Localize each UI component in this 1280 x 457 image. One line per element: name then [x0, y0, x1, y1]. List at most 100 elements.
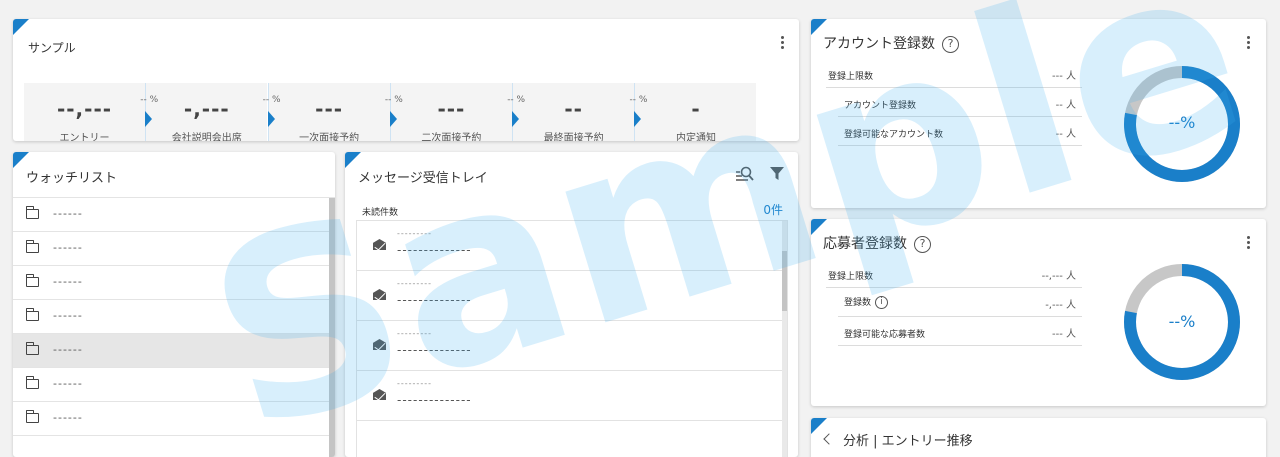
kebab-menu-icon[interactable] [1247, 236, 1251, 251]
funnel-step-label: 内定通知 [675, 133, 716, 141]
watchlist-item-label: ------ [53, 275, 83, 288]
funnel-step[interactable]: --,--- エントリー [24, 83, 145, 141]
message-item[interactable]: --------- -------------- [357, 271, 785, 321]
funnel-step-label: 一次面接予約 [299, 133, 360, 141]
applicant-registered-row: 登録数 i -,--- 人 [838, 288, 1082, 317]
funnel-step[interactable]: -- % -- 最終面接予約 [507, 83, 635, 141]
back-chevron-icon[interactable] [823, 433, 835, 445]
message-item[interactable]: --------- -------------- [357, 371, 785, 421]
message-subject: -------------- [397, 393, 472, 407]
row-label: アカウント登録数 [844, 101, 917, 111]
watchlist-item[interactable]: ------ [13, 368, 329, 402]
watchlist-item-label: ------ [53, 377, 83, 390]
applicant-registration-card: 応募者登録数? 登録上限数 --,--- 人 登録数 i -,--- 人 登録可能… [811, 219, 1266, 406]
watchlist-item-label: ------ [53, 241, 83, 254]
watchlist-item[interactable]: ------ [13, 266, 329, 300]
scrollbar-thumb[interactable] [782, 251, 787, 311]
envelope-icon [373, 239, 386, 250]
applicant-available-row: 登録可能な応募者数 --- 人 [838, 317, 1082, 346]
entry-trend-title: 分析 | エントリー推移 [843, 434, 973, 449]
inbox-title: メッセージ受信トレイ [358, 171, 488, 186]
folder-icon [25, 274, 39, 287]
info-icon[interactable]: i [875, 296, 889, 309]
watchlist-item-label: ------ [53, 207, 83, 220]
funnel-step[interactable]: -- % - 内定通知 [629, 83, 757, 141]
folder-icon [25, 376, 39, 389]
message-sender: --------- [397, 329, 432, 338]
card-corner-marker [811, 418, 827, 434]
unread-label: 未読件数 [362, 208, 399, 218]
filter-icon[interactable] [770, 167, 784, 181]
help-icon[interactable]: ? [914, 235, 931, 253]
watchlist-item[interactable]: ------ [13, 300, 329, 334]
applicant-percent: --% [1168, 312, 1196, 331]
message-sender: --------- [397, 229, 432, 238]
watchlist-item-label: ------ [53, 411, 83, 424]
scrollbar-thumb[interactable] [329, 198, 335, 457]
account-percent: --% [1168, 113, 1196, 132]
kebab-menu-icon[interactable] [781, 36, 785, 51]
search-list-icon[interactable] [735, 165, 755, 183]
row-value: --- 人 [1051, 329, 1076, 340]
watchlist-item-selected[interactable]: ------ [13, 334, 329, 368]
funnel-step[interactable]: -- % -,--- 会社説明会出席 [140, 83, 268, 141]
unread-count: 0件 [763, 203, 783, 217]
message-list: --------- -------------- --------- -----… [356, 220, 788, 457]
watchlist-item[interactable]: ------ [13, 198, 329, 232]
message-subject: -------------- [397, 293, 472, 307]
account-card-title: アカウント登録数? [823, 33, 959, 53]
inbox-card: メッセージ受信トレイ 未読件数 0件 --------- -----------… [345, 152, 798, 457]
funnel-step-value: -,--- [183, 97, 230, 121]
message-item[interactable]: --------- -------------- [357, 221, 785, 271]
inbox-scrollbar[interactable] [782, 221, 787, 457]
account-available-row: 登録可能なアカウント数 -- 人 [838, 117, 1082, 146]
watchlist-scrollbar[interactable] [329, 198, 335, 457]
funnel-step-value: - [691, 97, 701, 121]
funnel-step-value: --- [315, 97, 344, 121]
funnel-step[interactable]: -- % --- 二次面接予約 [385, 83, 512, 141]
message-subject: -------------- [397, 343, 472, 357]
envelope-icon [373, 339, 386, 350]
row-value: --- 人 [1051, 71, 1076, 82]
funnel-step-label: 会社説明会出席 [171, 133, 242, 141]
row-label-text: 登録数 [844, 298, 872, 308]
watchlist-title: ウォッチリスト [26, 171, 118, 186]
folder-icon [25, 308, 39, 321]
watchlist-item[interactable]: ------ [13, 232, 329, 266]
watchlist-item[interactable]: ------ [13, 402, 329, 436]
card-corner-marker [13, 19, 29, 35]
account-card-title-text: アカウント登録数 [823, 36, 935, 52]
sample-card: サンプル --,--- エントリー -- % -,--- 会社説明会出席 -- … [13, 19, 799, 141]
funnel: --,--- エントリー -- % -,--- 会社説明会出席 -- % ---… [24, 83, 769, 141]
row-label: 登録上限数 [828, 272, 874, 282]
folder-icon [25, 410, 39, 423]
watchlist-item-label: ------ [53, 343, 83, 356]
account-registration-card: アカウント登録数? 登録上限数 --- 人 アカウント登録数 -- 人 登録可能… [811, 19, 1266, 208]
card-corner-marker [345, 152, 361, 168]
watchlist-item-label: ------ [53, 309, 83, 322]
message-subject: -------------- [397, 243, 472, 257]
message-sender: --------- [397, 279, 432, 288]
account-limit-row: 登録上限数 --- 人 [826, 59, 1082, 88]
kebab-menu-icon[interactable] [1247, 36, 1251, 51]
row-label: 登録可能な応募者数 [844, 330, 926, 340]
funnel-step[interactable]: -- % --- 一次面接予約 [263, 83, 390, 141]
funnel-step-value: --- [437, 97, 466, 121]
folder-icon [25, 342, 39, 355]
envelope-icon [373, 389, 386, 400]
envelope-icon [373, 289, 386, 300]
message-item[interactable]: --------- -------------- [357, 321, 785, 371]
applicant-card-title: 応募者登録数? [823, 233, 931, 253]
account-registered-row: アカウント登録数 -- 人 [838, 88, 1082, 117]
row-label: 登録数 i [844, 295, 889, 309]
card-corner-marker [13, 152, 29, 168]
applicant-limit-row: 登録上限数 --,--- 人 [826, 259, 1082, 288]
row-label: 登録可能なアカウント数 [844, 130, 944, 140]
watchlist-card: ウォッチリスト ------ ------ ------ ------ ----… [13, 152, 335, 457]
funnel-step-label: エントリー [59, 133, 110, 141]
message-sender: --------- [397, 379, 432, 388]
row-value: -- 人 [1055, 100, 1076, 111]
help-icon[interactable]: ? [942, 35, 959, 53]
funnel-step-value: --,--- [56, 97, 113, 121]
applicant-card-title-text: 応募者登録数 [823, 236, 907, 252]
